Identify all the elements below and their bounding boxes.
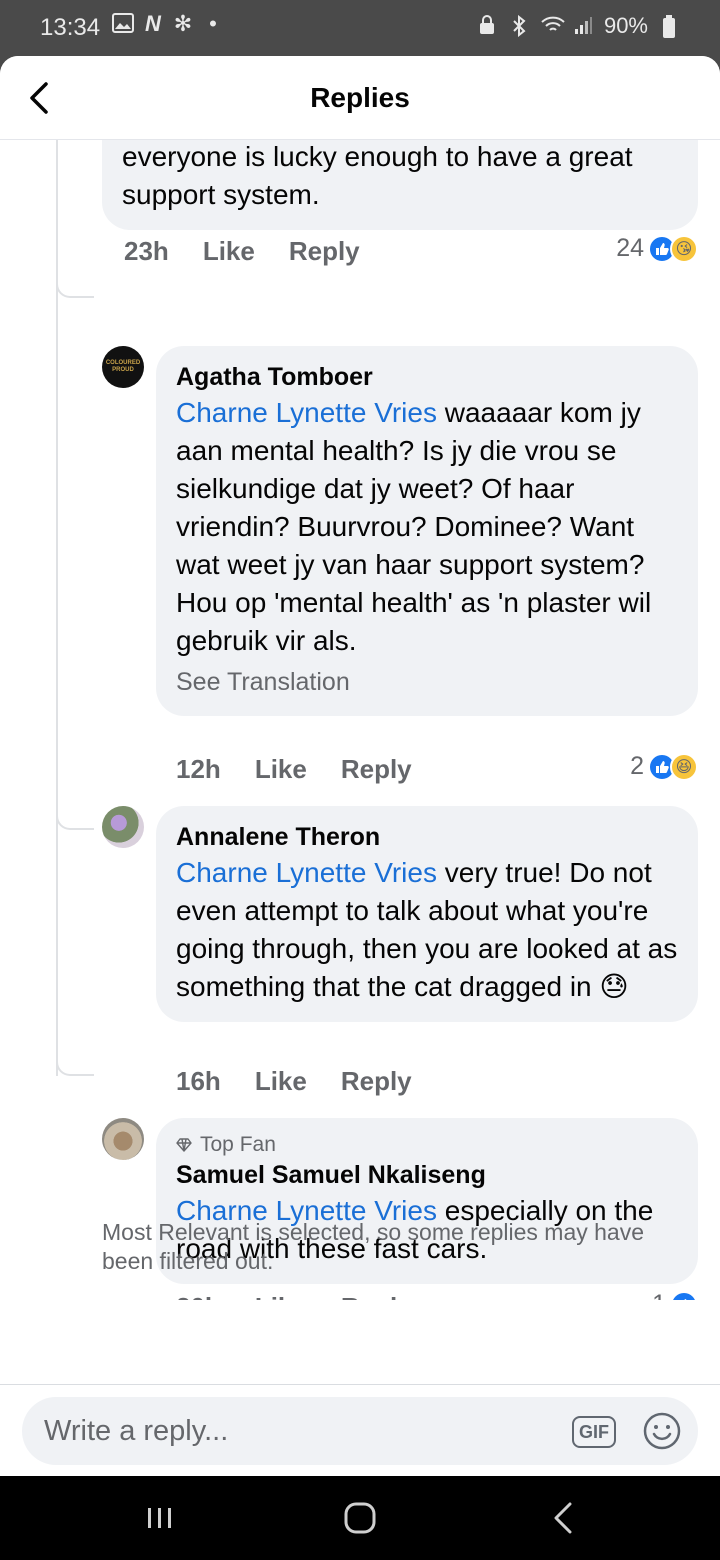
reply-input-placeholder: Write a reply... [44, 1415, 229, 1447]
like-button[interactable]: Like [203, 236, 255, 267]
signal-icon [572, 15, 594, 37]
status-right-icons: 90% [476, 13, 680, 39]
reaction-count: 24 [616, 234, 644, 262]
battery-icon [658, 15, 680, 38]
reply-actions: 20h Like Reply [176, 1292, 412, 1300]
reply-actions: 12h Like Reply [176, 754, 412, 785]
status-left-icons: N ✻ • [112, 13, 224, 35]
home-button[interactable] [342, 1500, 378, 1536]
bluetooth-icon [508, 14, 530, 38]
reply-author[interactable]: Agatha Tomboer [176, 360, 678, 394]
recents-icon [148, 1508, 171, 1528]
reply-composer: Write a reply... GIF [0, 1384, 720, 1476]
reply-time[interactable]: 20h [176, 1292, 221, 1300]
thread-branch [56, 1056, 94, 1076]
recent-apps-button[interactable] [142, 1500, 178, 1536]
haha-reaction-icon: 😆 [670, 752, 698, 781]
reply-time[interactable]: 12h [176, 754, 221, 785]
reply-button[interactable]: Reply [341, 1292, 412, 1300]
reply-bubble[interactable]: Annalene Theron Charne Lynette Vries ver… [156, 806, 698, 1022]
reply-button[interactable]: Reply [289, 236, 360, 267]
n-icon: N [145, 11, 161, 36]
reply-time[interactable]: 16h [176, 1066, 221, 1097]
reply-reactions[interactable]: 1 [652, 1290, 698, 1300]
reply-input[interactable]: Write a reply... GIF [22, 1397, 698, 1465]
top-fan-badge: Top Fan [176, 1132, 678, 1158]
pinwheel-icon: ✻ [173, 11, 193, 36]
reply-thread[interactable]: everyone is lucky enough to have a great… [0, 140, 720, 1300]
lock-icon [476, 15, 498, 37]
smiley-icon [643, 1412, 681, 1450]
like-reaction-icon [670, 1290, 698, 1300]
reaction-count: 1 [652, 1290, 666, 1300]
parent-comment-actions: 23h Like Reply [124, 236, 360, 267]
see-translation-link[interactable]: See Translation [176, 664, 678, 700]
mention-link[interactable]: Charne Lynette Vries [176, 857, 437, 888]
gif-button[interactable]: GIF [572, 1416, 616, 1448]
avatar[interactable] [102, 806, 144, 848]
like-button[interactable]: Like [255, 1292, 307, 1300]
reply-button[interactable]: Reply [341, 754, 412, 785]
chevron-left-icon [554, 1502, 572, 1534]
reply-author[interactable]: Samuel Samuel Nkaliseng [176, 1158, 678, 1192]
reply-text-continued: Hou op 'mental health' as 'n plaster wil… [176, 587, 652, 656]
parent-reactions[interactable]: 24 😘 [616, 234, 698, 263]
thread-branch [56, 808, 94, 830]
reply-body: Charne Lynette Vries waaaaar kom jy aan … [176, 394, 678, 584]
emoji-button[interactable] [642, 1411, 682, 1451]
reply-reactions[interactable]: 2 😆 [630, 752, 698, 781]
avatar[interactable] [102, 1118, 144, 1160]
wifi-icon [540, 15, 565, 37]
parent-comment-bubble[interactable]: everyone is lucky enough to have a great… [102, 140, 698, 230]
avatar-logo-text: COLOURED PROUD [105, 360, 141, 373]
reaction-count: 2 [630, 752, 644, 780]
like-button[interactable]: Like [255, 1066, 307, 1097]
status-bar: 13:34 N ✻ • 90% [0, 0, 720, 56]
header: Replies [0, 56, 720, 140]
comment-time[interactable]: 23h [124, 236, 169, 267]
reply-bubble[interactable]: Agatha Tomboer Charne Lynette Vries waaa… [156, 346, 698, 716]
mention-link[interactable]: Charne Lynette Vries [176, 397, 437, 428]
diamond-icon [176, 1138, 192, 1152]
reply-author[interactable]: Annalene Theron [176, 820, 678, 854]
reply-actions: 16h Like Reply [176, 1066, 412, 1097]
dot-icon: • [209, 11, 217, 36]
page-title: Replies [310, 82, 410, 113]
filter-note: Most Relevant is selected, so some repli… [102, 1219, 645, 1274]
system-navigation-bar [0, 1476, 720, 1560]
replies-sheet: Replies everyone is lucky enough to have… [0, 56, 720, 1476]
status-time: 13:34 [40, 14, 101, 41]
care-reaction-icon: 😘 [670, 234, 698, 263]
system-back-button[interactable] [546, 1500, 582, 1536]
like-button[interactable]: Like [255, 754, 307, 785]
sweat-emoji-icon: 😓 [599, 971, 629, 1002]
gallery-icon [112, 13, 134, 35]
top-fan-label: Top Fan [200, 1133, 276, 1156]
battery-percent: 90% [603, 13, 648, 38]
parent-comment-text: everyone is lucky enough to have a great… [122, 141, 633, 210]
reply-body: Charne Lynette Vries very true! Do not e… [176, 854, 678, 1006]
avatar[interactable]: COLOURED PROUD [102, 346, 144, 388]
thread-branch [56, 276, 94, 298]
home-icon [344, 1502, 376, 1534]
reply-button[interactable]: Reply [341, 1066, 412, 1097]
